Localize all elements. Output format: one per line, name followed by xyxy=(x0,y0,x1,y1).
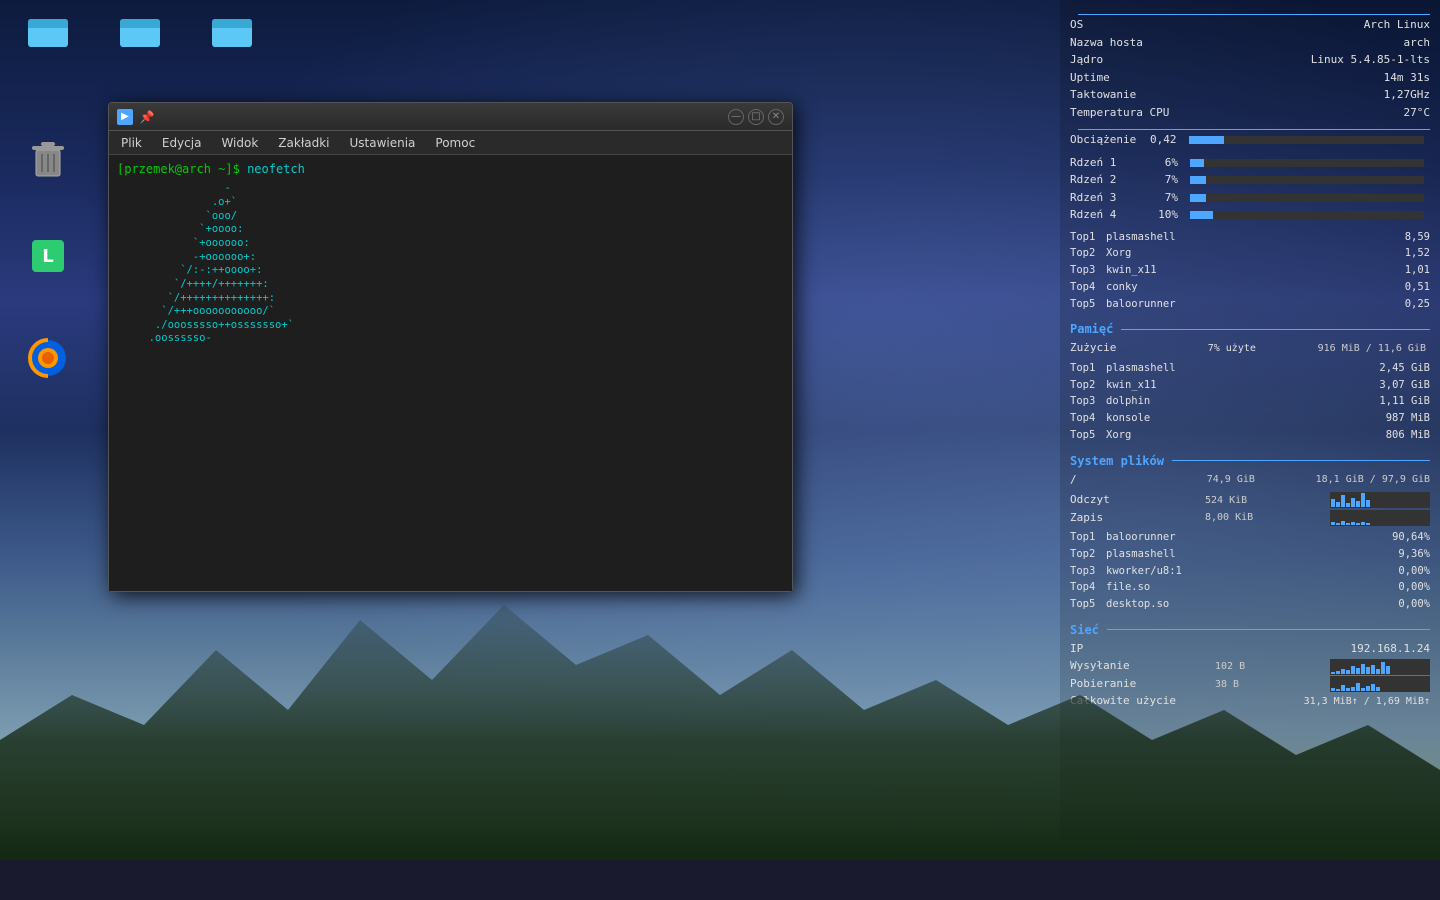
terminal-menu-help[interactable]: Pomoc xyxy=(427,134,483,152)
desktop-icon-html[interactable] xyxy=(100,1,180,61)
conky-io-top3: Top3 kworker/u8:1 0,00% xyxy=(1070,564,1430,580)
conky-mem-top3: Top3 dolphin 1,11 GiB xyxy=(1070,394,1430,410)
conky-io-top4: Top4 file.so 0,00% xyxy=(1070,580,1430,596)
conky-download-row: Pobieranie 38 B xyxy=(1070,676,1430,693)
terminal-menu-edit[interactable]: Edycja xyxy=(154,134,210,152)
desktop-icon-libreoffice[interactable]: L xyxy=(8,228,88,288)
conky-fs-read-row: Odczyt 524 KiB xyxy=(1070,492,1430,509)
conky-upload-row: Wysyłanie 102 B xyxy=(1070,658,1430,675)
conky-cpu-top2: Top2 Xorg 1,52 xyxy=(1070,246,1430,262)
conky-hostname-row: Nazwa hosta arch xyxy=(1070,35,1430,52)
conky-mem-top5: Top5 Xorg 806 MiB xyxy=(1070,428,1430,444)
conky-cpu-top1: Top1 plasmashell 8,59 xyxy=(1070,230,1430,246)
conky-cpu-load-row: Obciążenie 0,42 xyxy=(1070,132,1430,149)
terminal-minimize-btn[interactable]: — xyxy=(728,109,744,125)
terminal-pin-btn[interactable]: 📌 xyxy=(139,109,155,125)
terminal-titlebar: ▶ 📌 — □ ✕ xyxy=(109,103,792,131)
libreoffice-icon: L xyxy=(24,232,72,280)
conky-system-title xyxy=(1070,14,1430,15)
conky-mem-top2: Top2 kwin_x11 3,07 GiB xyxy=(1070,378,1430,394)
firefox-icon xyxy=(24,334,72,382)
conky-core4-row: Rdzeń 4 10% xyxy=(1070,207,1430,224)
desktop-icon-firefox[interactable] xyxy=(8,330,88,390)
svg-text:L: L xyxy=(42,246,53,267)
conky-temp-row: Temperatura CPU 27°C xyxy=(1070,105,1430,122)
conky-ip-row: IP 192.168.1.24 xyxy=(1070,641,1430,658)
cpp-folder-icon xyxy=(208,5,256,53)
conky-core2-row: Rdzeń 2 7% xyxy=(1070,172,1430,189)
conky-cpu-title xyxy=(1070,129,1430,130)
conky-mem-title: Pamięć xyxy=(1070,320,1430,338)
conky-total-row: Całkowite użycie 31,3 MiB↑ / 1,69 MiB↑ xyxy=(1070,693,1430,710)
desktop-icon-cpp[interactable] xyxy=(192,1,272,61)
terminal-app-icon: ▶ xyxy=(117,109,133,125)
conky-os-row: OS Arch Linux xyxy=(1070,17,1430,34)
terminal-menubar: Plik Edycja Widok Zakładki Ustawienia Po… xyxy=(109,131,792,155)
conky-fs-write-row: Zapis 8,00 KiB xyxy=(1070,510,1430,527)
conky-io-top1: Top1 baloorunner 90,64% xyxy=(1070,530,1430,546)
terminal-menu-settings[interactable]: Ustawienia xyxy=(341,134,423,152)
conky-fs-root-row: / 74,9 GiB 18,1 GiB / 97,9 GiB xyxy=(1070,472,1430,489)
conky-widget: OS Arch Linux Nazwa hosta arch Jądro Lin… xyxy=(1060,0,1440,840)
dolphin-icon xyxy=(24,5,72,53)
desktop-icon-dolphin[interactable] xyxy=(8,1,88,61)
desktop-icon-kosz[interactable] xyxy=(8,130,88,190)
html-folder-icon xyxy=(116,5,164,53)
conky-mem-top1: Top1 plasmashell 2,45 GiB xyxy=(1070,361,1430,377)
terminal-maximize-btn[interactable]: □ xyxy=(748,109,764,125)
conky-freq-row: Taktowanie 1,27GHz xyxy=(1070,87,1430,104)
terminal-body[interactable]: [przemek@arch ~]$ neofetch - .o+` `ooo/ … xyxy=(109,155,792,591)
conky-mem-usage-row: Zużycie 7% użyte 916 MiB / 11,6 GiB xyxy=(1070,340,1430,357)
conky-uptime-row: Uptime 14m 31s xyxy=(1070,70,1430,87)
conky-cpu-top4: Top4 conky 0,51 xyxy=(1070,280,1430,296)
conky-cpu-top3: Top3 kwin_x11 1,01 xyxy=(1070,263,1430,279)
terminal-menu-tabs[interactable]: Zakładki xyxy=(270,134,337,152)
conky-core1-row: Rdzeń 1 6% xyxy=(1070,155,1430,172)
conky-cpu-top5: Top5 baloorunner 0,25 xyxy=(1070,297,1430,313)
conky-net-title: Sieć xyxy=(1070,621,1430,639)
terminal-menu-view[interactable]: Widok xyxy=(213,134,266,152)
terminal-close-btn[interactable]: ✕ xyxy=(768,109,784,125)
conky-io-top2: Top2 plasmashell 9,36% xyxy=(1070,547,1430,563)
conky-core3-row: Rdzeń 3 7% xyxy=(1070,190,1430,207)
terminal-menu-file[interactable]: Plik xyxy=(113,134,150,152)
conky-mem-top4: Top4 konsole 987 MiB xyxy=(1070,411,1430,427)
trash-icon xyxy=(24,134,72,182)
conky-fs-title: System plików xyxy=(1070,452,1430,470)
terminal-window-controls: — □ ✕ xyxy=(728,109,784,125)
terminal-window: ▶ 📌 — □ ✕ Plik Edycja Widok Zakładki Ust… xyxy=(108,102,793,592)
conky-kernel-row: Jądro Linux 5.4.85-1-lts xyxy=(1070,52,1430,69)
conky-io-top5: Top5 desktop.so 0,00% xyxy=(1070,597,1430,613)
desktop: L OS Arch Linux Nazwa hosta arch xyxy=(0,0,1440,860)
